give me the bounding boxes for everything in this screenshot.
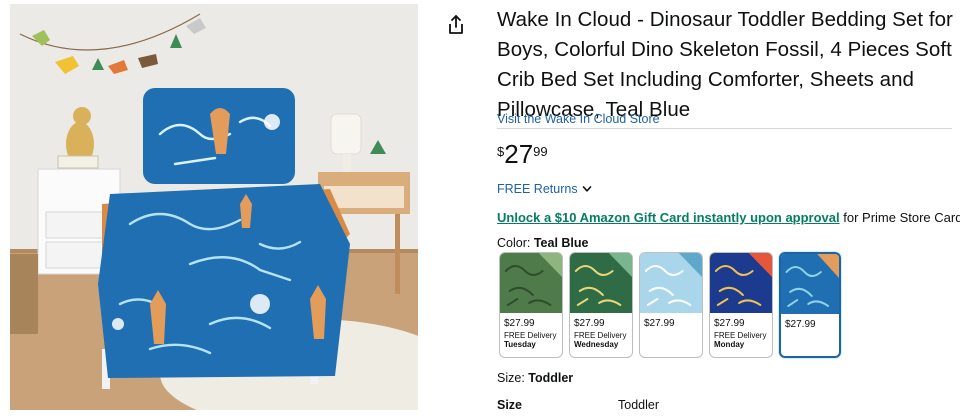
spec-label: Size (497, 398, 523, 412)
divider (497, 128, 952, 129)
promo-link[interactable]: Unlock a $10 Amazon Gift Card instantly … (497, 210, 840, 225)
color-selector-label: Color: Teal Blue (497, 236, 588, 250)
swatch-price: $27.99 (785, 319, 816, 330)
swatch-delivery-day: Monday (714, 340, 745, 349)
free-returns-link[interactable]: FREE Returns (497, 182, 592, 196)
product-main-image[interactable] (10, 4, 418, 410)
price-whole: 27 (504, 139, 534, 169)
color-swatches: $27.99 FREE Delivery Tuesday $27.99 FREE… (499, 252, 841, 358)
swatch-price: $27.99 (504, 318, 535, 329)
size-label: Size: (497, 371, 529, 385)
promo-text: for Prime Store Card. (839, 210, 960, 225)
color-swatch[interactable]: $27.99 FREE Delivery Tuesday (499, 252, 563, 358)
product-title: Wake In Cloud - Dinosaur Toddler Bedding… (497, 8, 953, 121)
free-returns-label: FREE Returns (497, 182, 578, 196)
spec-row: Size Toddler (497, 398, 937, 412)
color-swatch[interactable]: $27.99 FREE Delivery Monday (709, 252, 773, 358)
swatch-thumbnail (640, 253, 702, 313)
swatch-price: $27.99 (644, 318, 675, 329)
swatch-thumbnail (500, 253, 562, 313)
size-selector-label: Size: Toddler (497, 371, 573, 385)
color-swatch[interactable]: $27.99 (639, 252, 703, 358)
store-link[interactable]: Visit the Wake In Cloud Store (497, 112, 660, 126)
swatch-shipping (640, 329, 702, 331)
chevron-down-icon (582, 186, 591, 192)
price: $2799 (497, 141, 548, 168)
swatch-thumbnail (710, 253, 772, 313)
color-swatch[interactable]: $27.99 FREE Delivery Wednesday (569, 252, 633, 358)
color-value: Teal Blue (533, 236, 589, 250)
size-value: Toddler (528, 371, 574, 385)
swatch-shipping: FREE Delivery (574, 331, 627, 340)
swatch-thumbnail (781, 254, 839, 314)
swatch-delivery-day: Wednesday (574, 340, 619, 349)
swatch-thumbnail (570, 253, 632, 313)
swatch-price: $27.99 (714, 318, 745, 329)
share-icon[interactable] (446, 14, 466, 36)
promo-banner: Unlock a $10 Amazon Gift Card instantly … (497, 210, 960, 225)
color-swatch[interactable]: $27.99 (779, 252, 841, 358)
price-symbol: $ (497, 144, 505, 159)
swatch-price: $27.99 (574, 318, 605, 329)
swatch-delivery-day: Tuesday (504, 340, 536, 349)
spec-value: Toddler (618, 398, 659, 412)
swatch-shipping: FREE Delivery (504, 331, 557, 340)
color-label: Color: (497, 236, 534, 250)
price-fraction: 99 (533, 144, 548, 159)
swatch-shipping (781, 330, 839, 332)
swatch-shipping: FREE Delivery (714, 331, 767, 340)
